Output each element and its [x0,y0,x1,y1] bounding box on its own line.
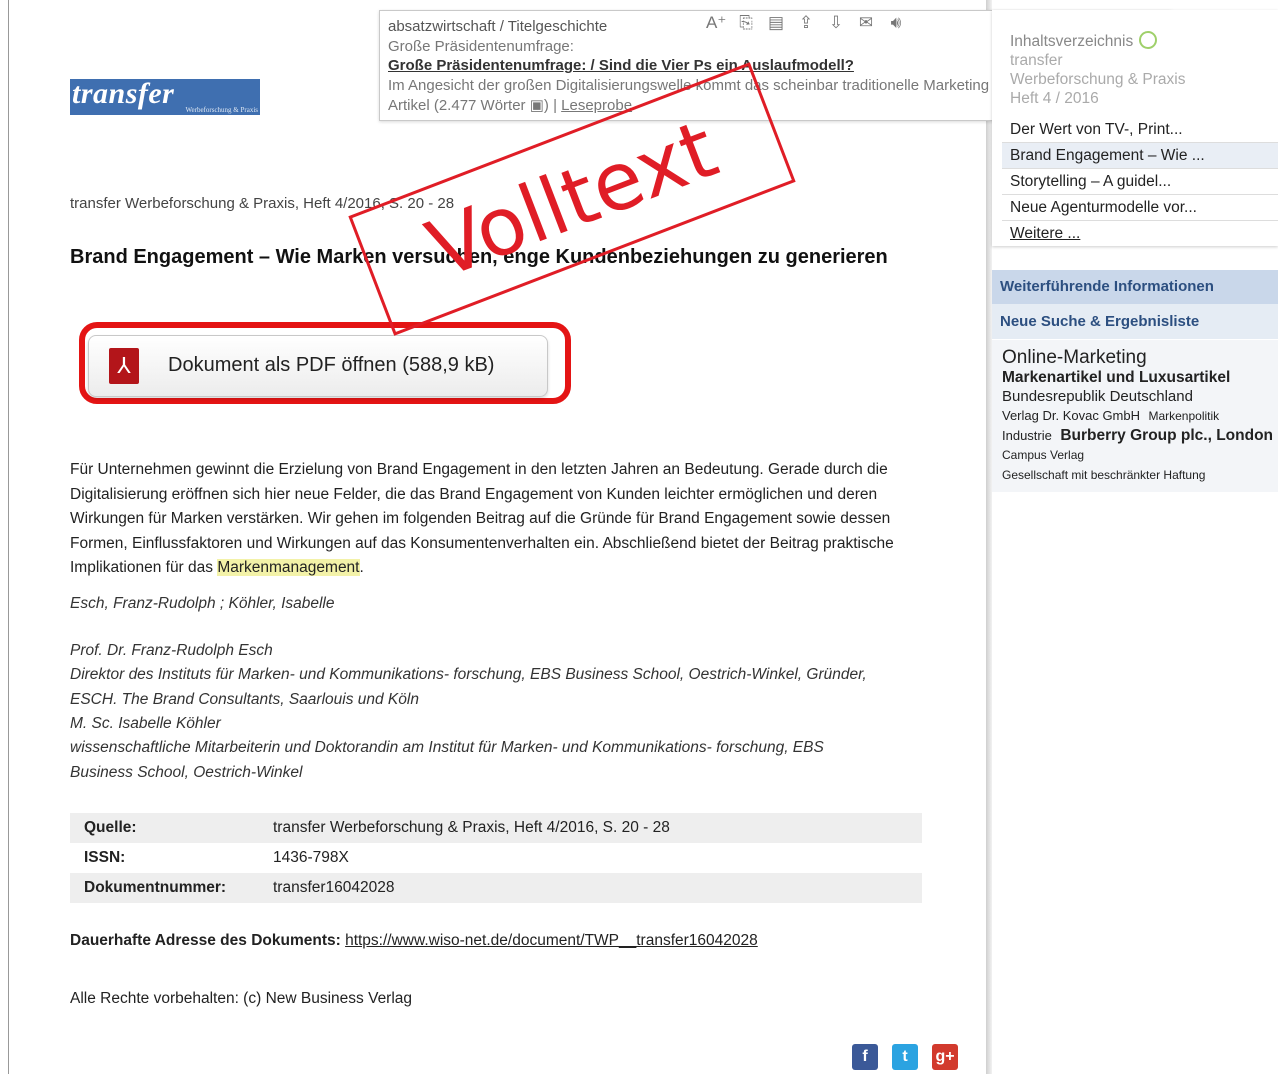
pdf-icon: ⅄ [109,348,139,384]
bio-line: M. Sc. Isabelle Köhler [70,715,221,732]
toc-issue: Heft 4 / 2016 [1010,90,1099,107]
tag-link[interactable]: Burberry Group plc., London [1060,427,1273,444]
tag-link[interactable]: Bundesrepublik Deutschland [1002,388,1193,405]
logo-subtitle: Werbeforschung & Praxis [185,106,258,114]
google-plus-icon[interactable]: g+ [932,1044,958,1070]
transfer-logo[interactable]: transfer Werbeforschung & Praxis [70,77,260,115]
tooltip-wordcount: Artikel (2.477 Wörter [388,97,530,114]
bio-line: Prof. Dr. Franz-Rudolph Esch [70,642,273,659]
abstract-text: Für Unternehmen gewinnt die Erzielung vo… [70,461,894,576]
meta-value: transfer16042028 [273,879,395,896]
meta-key: Dokumentnummer: [84,879,227,896]
toc-item[interactable]: Neue Agenturmodelle vor... [1002,195,1278,221]
sidebar-info: Weiterführende Informationen Neue Suche … [992,270,1278,492]
tooltip-title-link[interactable]: Große Präsidentenumfrage: / Sind die Vie… [388,57,854,74]
permalink-url[interactable]: https://www.wiso-net.de/document/TWP__tr… [345,932,758,949]
tag-cloud: Online-Marketing Markenartikel und Luxus… [992,340,1278,485]
toc-title: Inhaltsverzeichnis [1010,33,1134,50]
bio-line: Direktor des Instituts für Marken- und K… [70,666,867,683]
tag-link[interactable]: Industrie [1002,428,1052,443]
tag-link[interactable]: Verlag Dr. Kovac GmbH [1002,408,1140,423]
permalink-label: Dauerhafte Adresse des Dokuments: [70,932,341,949]
bio-line: Business School, Oestrich-Winkel [70,764,303,781]
toc-journal-sub: Werbeforschung & Praxis [1010,71,1186,88]
meta-value: 1436-798X [273,849,349,866]
meta-key: ISSN: [84,849,126,866]
speaker-icon[interactable]: 🔊︎ [886,13,906,33]
upload-icon[interactable]: ⇪ [796,13,816,33]
abstract-end: . [359,559,364,576]
tag-link[interactable]: Online-Marketing [1002,347,1147,368]
save-icon[interactable]: ▤ [766,13,786,33]
toc-item-active[interactable]: Brand Engagement – Wie ... [1002,143,1278,169]
toc-item[interactable]: Der Wert von TV-, Print... [1002,117,1278,143]
tooltip-category: absatzwirtschaft / Titelgeschichte [388,18,608,35]
table-row: ISSN: 1436-798X [70,843,922,873]
table-row: Dokumentnummer: transfer16042028 [70,873,922,903]
tag-link[interactable]: Campus Verlag [1002,448,1084,462]
permalink: Dauerhafte Adresse des Dokuments: https:… [70,932,758,950]
new-search-link[interactable]: Neue Suche & Ergebnisliste [992,304,1278,340]
tooltip-subtitle: Große Präsidentenumfrage: [388,38,574,55]
twitter-icon[interactable]: t [892,1044,918,1070]
highlighted-term: Markenmanagement [217,559,360,576]
meta-value: transfer Werbeforschung & Praxis, Heft 4… [273,819,670,836]
mail-icon[interactable]: ✉ [856,13,876,33]
clock-icon[interactable] [1139,31,1158,49]
info-heading[interactable]: Weiterführende Informationen [992,270,1278,304]
copy-icon[interactable]: ⎘ [736,13,756,33]
tag-link[interactable]: Markenartikel und Luxusartikel [1002,369,1230,386]
bio-line: ESCH. The Brand Consultants, Saarlouis u… [70,691,419,708]
tooltip-separator: ) | [543,97,562,114]
table-row: Quelle: transfer Werbeforschung & Praxis… [70,813,922,843]
download-icon[interactable]: ⇩ [826,13,846,33]
tag-link[interactable]: Markenpolitik [1148,409,1219,423]
rights-notice: Alle Rechte vorbehalten: (c) New Busines… [70,990,413,1007]
open-pdf-label: Dokument als PDF öffnen (588,9 kB) [168,354,495,376]
logo-wordmark: transfer [72,77,175,110]
toc-heading: Inhaltsverzeichnis [1010,31,1158,51]
authors: Esch, Franz-Rudolph ; Köhler, Isabelle [70,595,335,612]
font-size-icon[interactable]: A⁺ [706,13,726,33]
toc-list: Der Wert von TV-, Print... Brand Engagem… [1002,117,1278,247]
toc-journal: transfer [1010,52,1063,69]
sidebar-toc: Inhaltsverzeichnis transfer Werbeforschu… [992,10,1278,246]
open-pdf-button[interactable]: ⅄ Dokument als PDF öffnen (588,9 kB) [88,335,548,397]
tag-link[interactable]: Gesellschaft mit beschränkter Haftung [1002,468,1205,482]
bio-line: wissenschaftliche Mitarbeiterin und Dokt… [70,739,824,756]
toc-more-link[interactable]: Weitere ... [1002,221,1278,247]
meta-key: Quelle: [84,819,137,836]
image-icon: ▣ [529,97,544,114]
tooltip-toolbar: A⁺ ⎘ ▤ ⇪ ⇩ ✉ 🔊︎ [706,13,906,33]
metadata-table: Quelle: transfer Werbeforschung & Praxis… [70,813,922,903]
article-abstract: Für Unternehmen gewinnt die Erzielung vo… [70,458,930,581]
toc-item[interactable]: Storytelling – A guidel... [1002,169,1278,195]
facebook-icon[interactable]: f [852,1044,878,1070]
tooltip-meta: Artikel (2.477 Wörter ▣) | Leseprobe [388,96,632,114]
